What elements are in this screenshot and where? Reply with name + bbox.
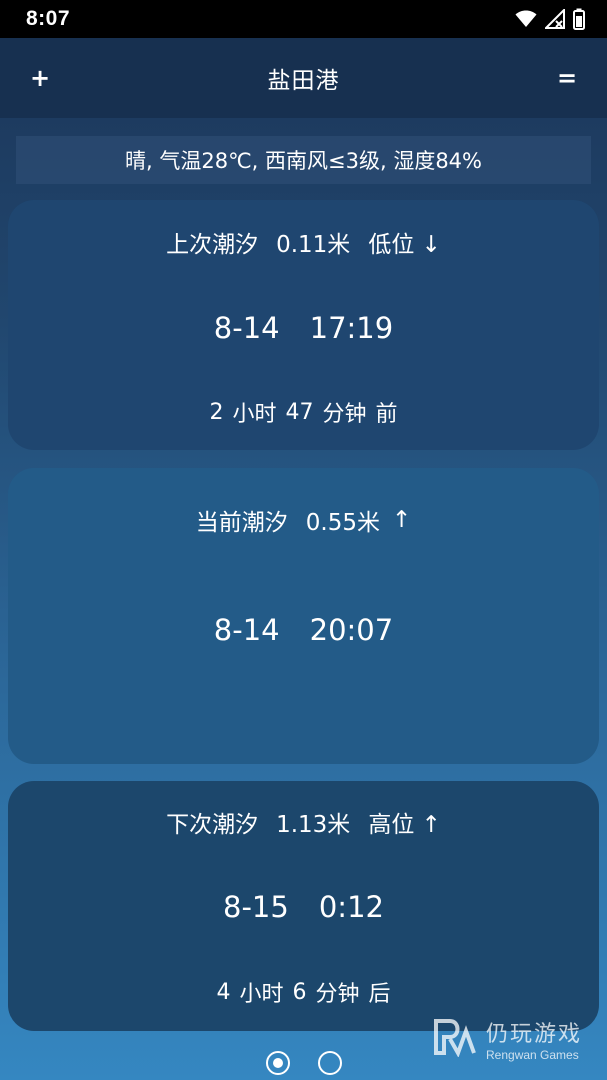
previous-tide-height: 0.11米 [276,232,351,258]
previous-tide-header: 上次潮汐 0.11米 低位 ↓ [8,220,599,264]
weather-text: 晴, 气温28℃, 西南风≤3级, 湿度84% [125,149,482,173]
next-tide-card[interactable]: 下次潮汐 1.13米 高位 ↑ 8-15 0:12 4 小时 6 分钟 后 [8,781,599,1031]
watermark-en: Rengwan Games [486,1048,579,1062]
relative-minutes: 47 [285,399,314,425]
current-tide-height: 0.55米 [305,510,380,536]
current-tide-card[interactable]: 当前潮汐 0.55米 ↑ 8-14 20:07 [8,468,599,764]
current-tide-date: 8-14 [213,613,280,647]
weather-banner: 晴, 气温28℃, 西南风≤3级, 湿度84% [16,136,591,184]
next-tide-relative: 4 小时 6 分钟 后 [8,972,599,1012]
previous-tide-relative: 2 小时 47 分钟 前 [8,392,599,432]
relative-minutes-unit: 分钟 [322,402,367,427]
relative-hours: 4 [216,979,231,1005]
current-tide-datetime: 8-14 20:07 [8,606,599,654]
previous-tide-date: 8-14 [213,311,280,345]
next-tide-level: 高位 ↑ [368,812,441,838]
previous-tide-time: 17:19 [309,311,394,345]
current-tide-header: 当前潮汐 0.55米 ↑ [8,498,599,542]
page-title: 盐田港 [267,68,340,94]
next-tide-datetime: 8-15 0:12 [8,883,599,931]
next-tide-height: 1.13米 [276,812,351,838]
add-button[interactable]: + [10,38,70,118]
current-tide-time: 20:07 [309,613,394,647]
relative-direction: 前 [375,402,398,427]
next-tide-time: 0:12 [318,890,384,924]
page-dot-2[interactable] [317,1051,342,1075]
rengwan-logo-icon [432,1017,478,1061]
relative-minutes: 6 [292,979,307,1005]
relative-hours-unit: 小时 [239,982,284,1007]
relative-direction: 后 [368,982,391,1007]
next-tide-label: 下次潮汐 [166,812,259,838]
app-bar: + 盐田港 = [0,38,607,118]
watermark: 仍玩游戏 Rengwan Games [432,1014,604,1064]
page-dot-1[interactable] [265,1051,290,1075]
relative-hours: 2 [209,399,224,425]
status-time: 8:07 [26,7,71,30]
relative-minutes-unit: 分钟 [315,982,360,1007]
relative-hours-unit: 小时 [232,402,277,427]
next-tide-header: 下次潮汐 1.13米 高位 ↑ [8,800,599,844]
menu-button[interactable]: = [537,38,597,118]
watermark-cn: 仍玩游戏 [486,1022,583,1047]
previous-tide-card[interactable]: 上次潮汐 0.11米 低位 ↓ 8-14 17:19 2 小时 47 分钟 前 [8,200,599,450]
previous-tide-label: 上次潮汐 [166,232,259,258]
next-tide-date: 8-15 [223,890,289,924]
previous-tide-datetime: 8-14 17:19 [8,304,599,352]
current-tide-trend: ↑ [391,507,412,533]
wifi-icon [515,10,537,28]
watermark-text: 仍玩游戏 Rengwan Games [486,1016,582,1062]
status-icons [515,8,585,30]
battery-icon [573,8,585,30]
status-bar: 8:07 [0,0,607,38]
current-tide-label: 当前潮汐 [195,510,288,536]
previous-tide-level: 低位 ↓ [368,232,441,258]
signal-no-sim-icon [545,9,565,29]
